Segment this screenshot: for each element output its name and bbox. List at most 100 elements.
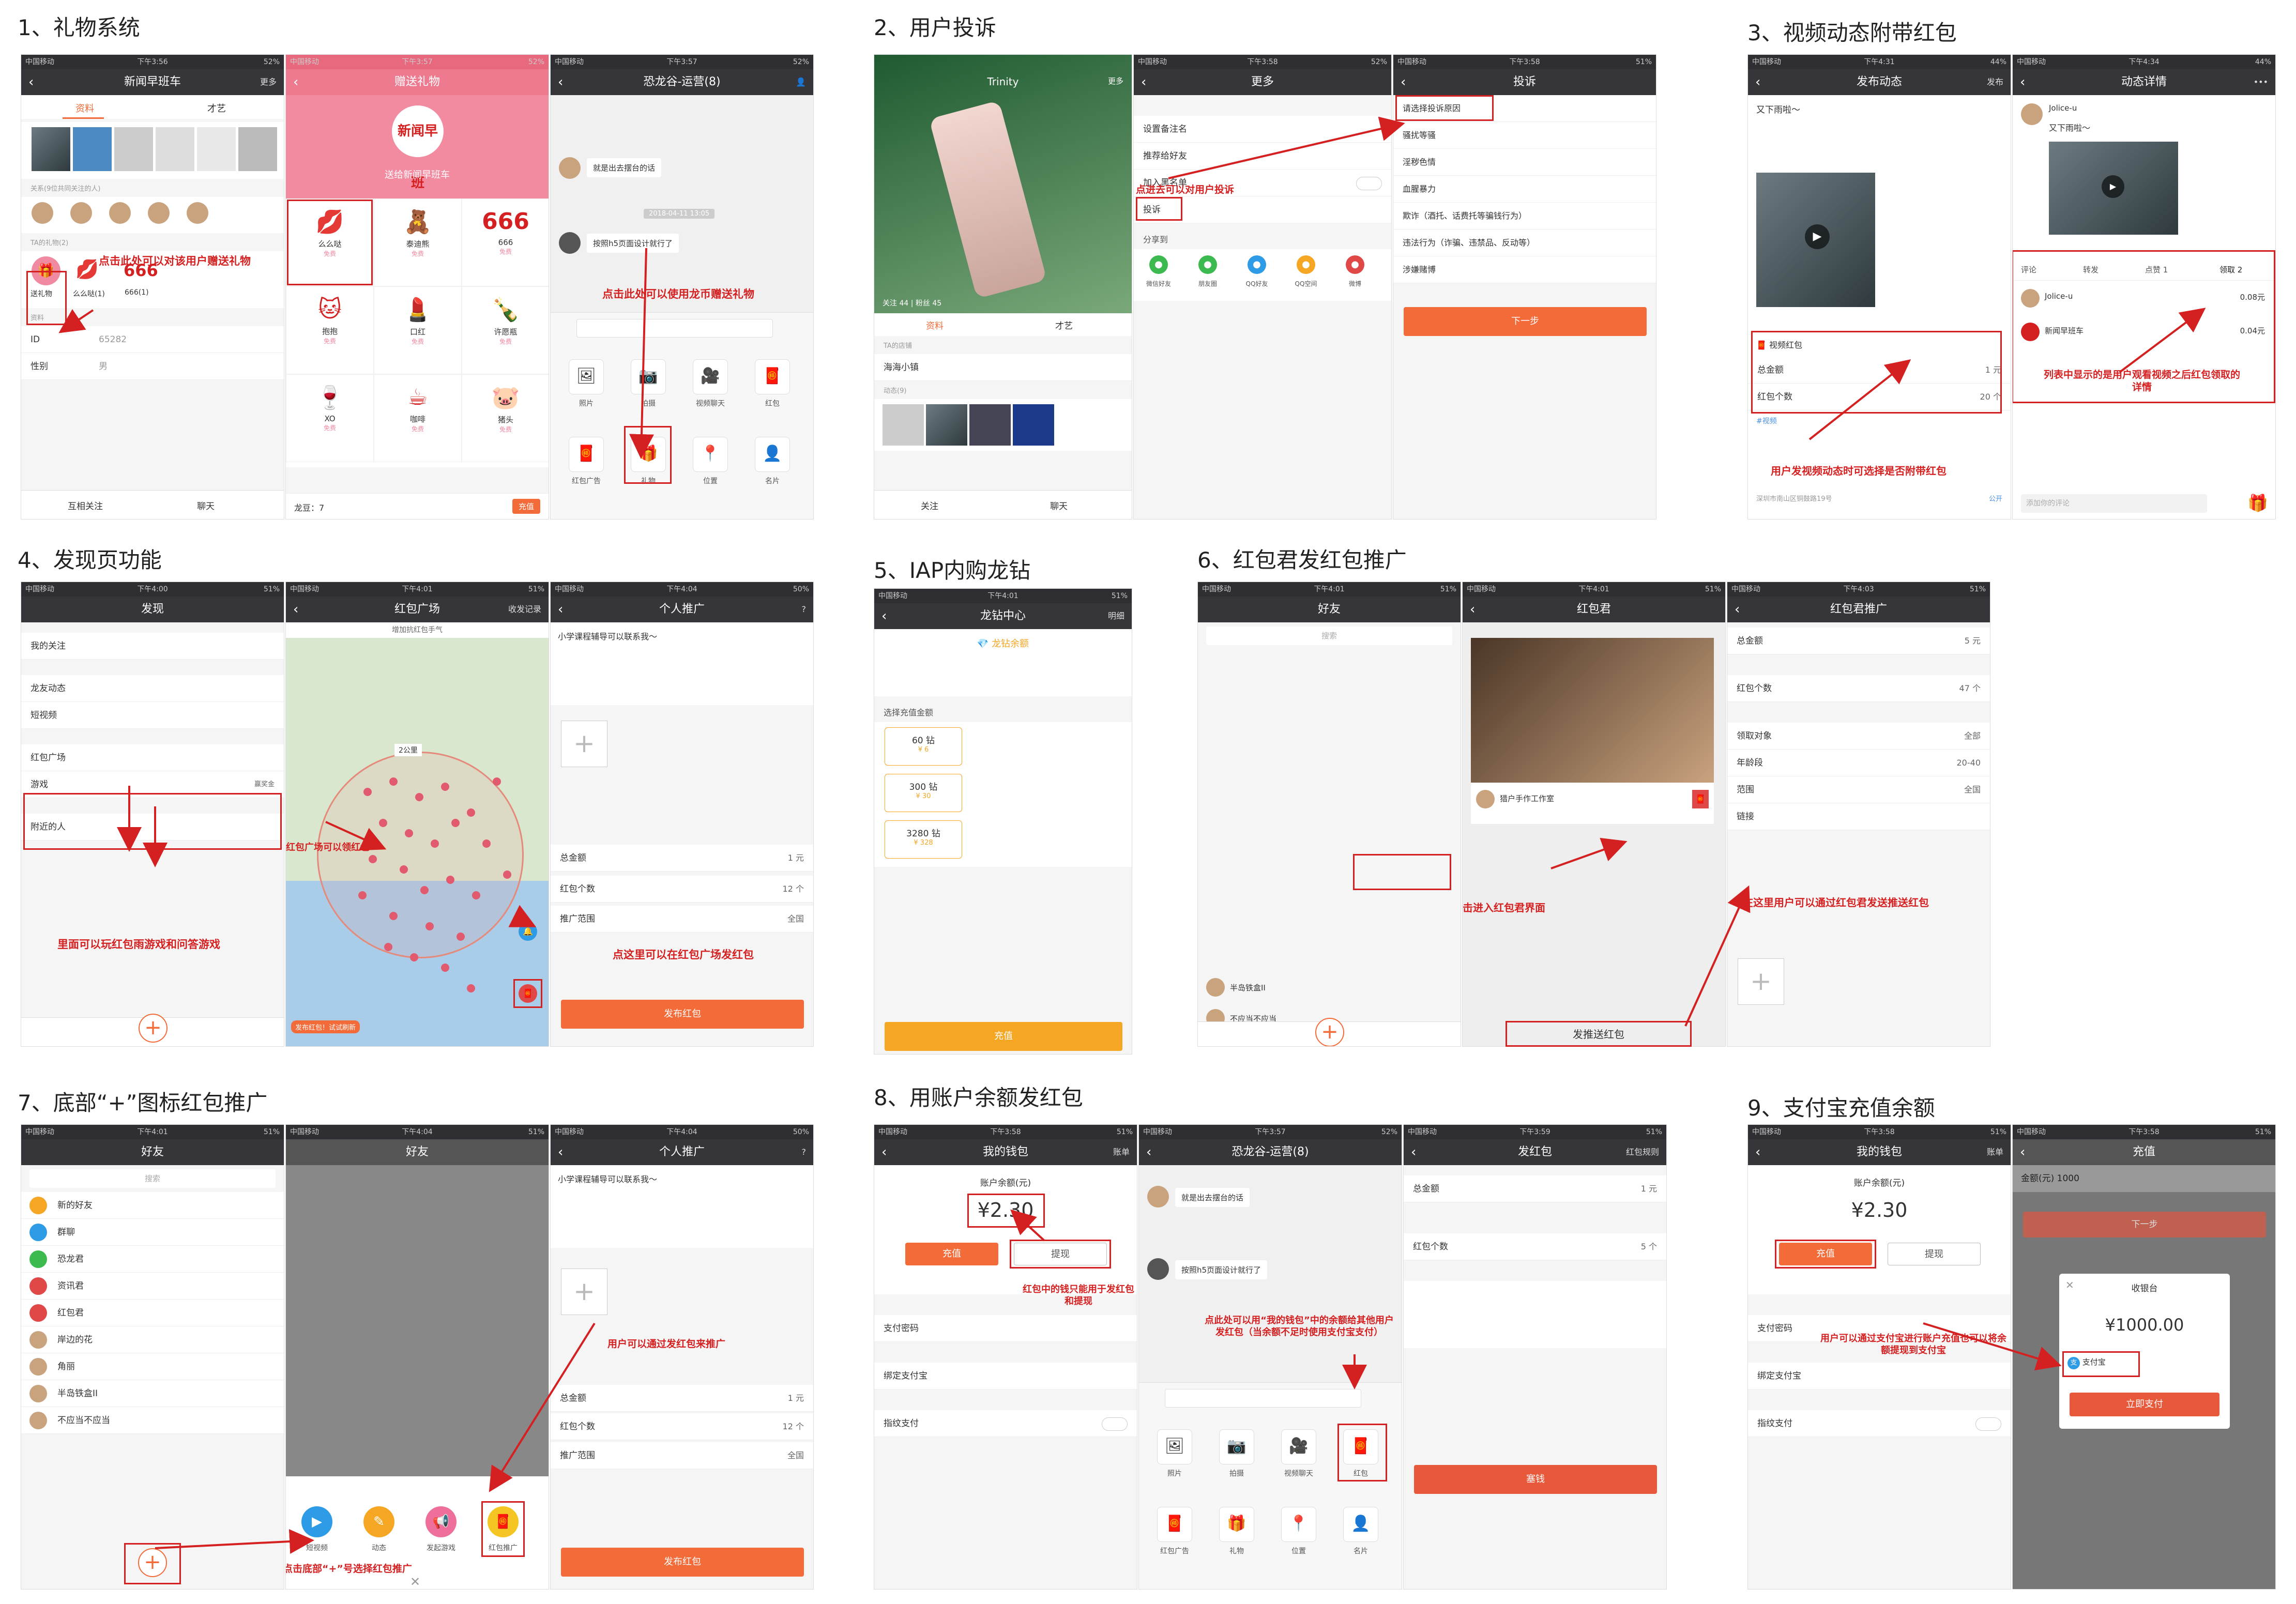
row-follow[interactable]: 我的关注 — [21, 633, 284, 660]
gift-item[interactable]: 🍷 XO 免费 — [286, 374, 374, 462]
tool-icon[interactable]: 📍 — [693, 437, 728, 472]
tool-icon[interactable]: 🖼 — [1157, 1429, 1192, 1464]
publish-redpacket-button[interactable]: 发布红包 — [561, 1000, 804, 1029]
amount-field[interactable]: 金额(元) 1000 — [2013, 1165, 2275, 1192]
redpacket-pin[interactable] — [467, 984, 475, 992]
video-icon[interactable]: ▶ — [301, 1506, 332, 1537]
plus-button[interactable]: + — [139, 1014, 168, 1043]
next-button[interactable]: 下一步 — [1404, 307, 1647, 336]
search-input[interactable]: 搜索 — [29, 1169, 276, 1188]
redpacket-pin[interactable] — [451, 819, 460, 827]
redpacket-pin[interactable] — [384, 943, 392, 951]
tool-icon[interactable]: 📷 — [631, 359, 666, 394]
friend-row[interactable]: 群聊 — [21, 1219, 284, 1246]
recommend-row[interactable]: 推荐给好友 — [1134, 143, 1391, 170]
redpacket-pin[interactable] — [503, 870, 511, 879]
back-icon[interactable]: ‹ — [28, 69, 34, 95]
share-icon[interactable]: ● — [1346, 255, 1364, 274]
comment-input[interactable]: 添加你的评论 — [2021, 494, 2207, 513]
recharge-button[interactable]: 充值 — [905, 1243, 998, 1265]
gift-item[interactable]: 🍾 许愿瓶 免费 — [462, 286, 549, 374]
map-view[interactable]: 增加抗红包手气 2公里 红包广场可以领红包 发布红包！试试刷新 🧧 🔔 — [286, 622, 549, 1046]
redpacket-pin[interactable] — [410, 953, 418, 961]
gift-item[interactable]: 💄 口红 免费 — [374, 286, 462, 374]
moment-icon[interactable]: ✎ — [363, 1506, 394, 1537]
withdraw-button[interactable]: 提现 — [1888, 1243, 1981, 1265]
redpacket-pin[interactable] — [405, 829, 413, 837]
redpacket-pin[interactable] — [415, 793, 423, 801]
recharge-button[interactable]: 充值 — [512, 499, 540, 514]
add-image-button[interactable]: + — [561, 721, 607, 767]
redpacket-pin[interactable] — [389, 912, 398, 920]
friend-row[interactable]: 恐龙君 — [21, 1246, 284, 1273]
redpacket-pin[interactable] — [389, 777, 398, 786]
tool-icon[interactable]: 🧧 — [1157, 1507, 1192, 1542]
recharge-button[interactable]: 充值 — [885, 1022, 1122, 1051]
redpacket-pin[interactable] — [400, 865, 408, 874]
tool-icon[interactable]: 📍 — [1281, 1507, 1316, 1542]
tool-icon[interactable]: 👤 — [755, 437, 790, 472]
friend-row[interactable]: 资讯君 — [21, 1273, 284, 1300]
gift-item[interactable]: 🐷 猪头 免费 — [462, 374, 549, 462]
row-redpacket-square[interactable]: 红包广场 — [21, 744, 284, 771]
publish-redpacket-button[interactable]: 发布红包 — [561, 1548, 804, 1577]
tool-icon[interactable]: 🖼 — [569, 359, 604, 394]
push-redpacket-button[interactable]: 发推送红包 — [1506, 1026, 1692, 1041]
row-dynamic[interactable]: 龙友动态 — [21, 675, 284, 702]
friend-row[interactable]: 岸边的花 — [21, 1326, 284, 1353]
redpacket-pin[interactable] — [431, 839, 439, 848]
gift-item[interactable]: 🧸 泰迪熊 免费 — [374, 198, 462, 286]
redpacket-pin[interactable] — [425, 922, 434, 930]
share-icon[interactable]: ● — [1297, 255, 1315, 274]
tool-icon[interactable]: 🧧 — [569, 437, 604, 472]
redpacket-pin[interactable] — [472, 891, 480, 899]
redpacket-pin[interactable] — [482, 839, 491, 848]
redpacket-pin[interactable] — [379, 819, 387, 827]
message-input[interactable] — [576, 319, 773, 338]
publish-button[interactable]: 发布 — [1987, 69, 2003, 95]
more-button[interactable]: 更多 — [260, 69, 277, 95]
pay-now-button[interactable]: 立即支付 — [2070, 1393, 2219, 1416]
gift-item[interactable]: 666 666 免费 — [462, 198, 549, 286]
tab-profile[interactable]: 资料 — [75, 101, 94, 115]
redpacket-pin[interactable] — [369, 855, 377, 863]
blacklist-toggle[interactable] — [1356, 177, 1382, 190]
share-icon[interactable]: ● — [1248, 255, 1266, 274]
redpacket-pin[interactable] — [457, 933, 465, 941]
redpacket-pin[interactable] — [446, 876, 454, 884]
redpacket-pin[interactable] — [493, 777, 501, 786]
share-icon[interactable]: ● — [1149, 255, 1168, 274]
redpacket-pin[interactable] — [420, 886, 429, 894]
friend-row[interactable]: 不应当不应当 — [21, 1407, 284, 1434]
game-icon[interactable]: 📢 — [425, 1506, 457, 1537]
tool-icon[interactable]: 👤 — [1343, 1507, 1378, 1542]
tool-icon[interactable]: 🎥 — [693, 359, 728, 394]
play-icon[interactable]: ▶ — [2102, 175, 2124, 198]
fingerprint-toggle[interactable] — [1102, 1417, 1128, 1431]
tab-talent[interactable]: 才艺 — [207, 101, 226, 115]
search-input[interactable]: 搜索 — [1206, 627, 1452, 645]
chat-button[interactable]: 聊天 — [197, 499, 215, 512]
friend-row[interactable]: 半岛铁盒II — [21, 1380, 284, 1407]
gift-icon[interactable]: 🎁 — [2247, 493, 2268, 513]
plus-button[interactable]: + — [1315, 1018, 1344, 1046]
gift-item[interactable]: ☕ 咖啡 免费 — [374, 374, 462, 462]
tool-icon[interactable]: 📷 — [1219, 1429, 1254, 1464]
send-redpacket-icon[interactable]: 🧧 — [519, 984, 537, 1003]
gift-item[interactable]: 🐱 抱抱 免费 — [286, 286, 374, 374]
play-icon[interactable]: ▶ — [1805, 224, 1830, 249]
friend-row[interactable]: 红包君 — [21, 1300, 284, 1326]
close-icon[interactable]: ✕ — [410, 1575, 420, 1589]
redpacket-pin[interactable] — [358, 891, 367, 899]
message-input[interactable] — [1165, 1389, 1361, 1408]
redpacket-pin[interactable] — [441, 783, 449, 791]
diamond-option[interactable]: 300 钻 ¥ 30 — [885, 774, 962, 812]
tool-icon[interactable]: 🎥 — [1281, 1429, 1316, 1464]
diamond-option[interactable]: 3280 钻 ¥ 328 — [885, 820, 962, 859]
redpacket-pin[interactable] — [363, 788, 372, 796]
share-icon[interactable]: ● — [1198, 255, 1217, 274]
promo-card[interactable]: 猎户手作工作室 🧧 — [1471, 638, 1714, 824]
alipay-option[interactable]: 支 支付宝 — [2067, 1356, 2106, 1369]
tool-icon[interactable]: 🎁 — [1219, 1507, 1254, 1542]
friend-row[interactable]: 角丽 — [21, 1353, 284, 1380]
